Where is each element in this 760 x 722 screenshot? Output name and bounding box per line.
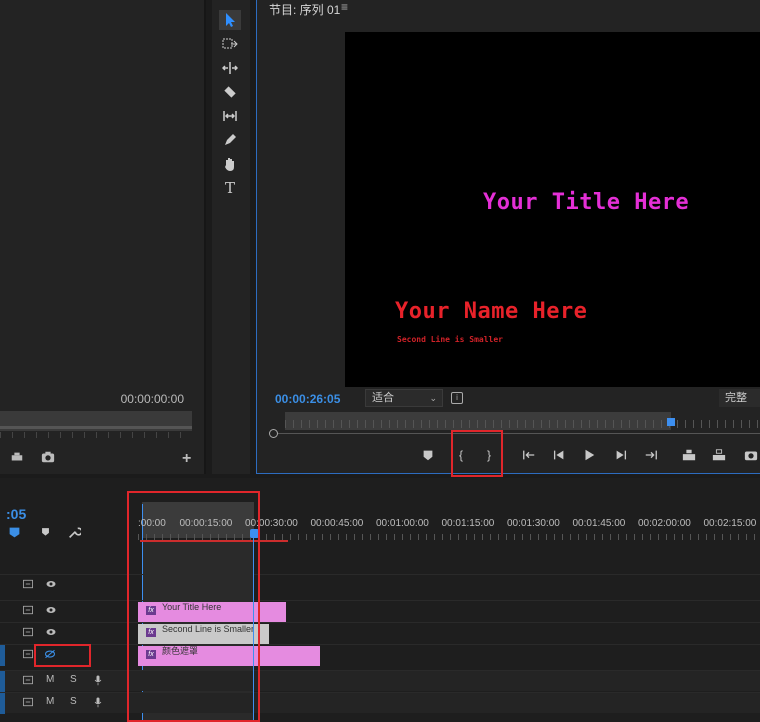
mark-in-button[interactable]: { [453,448,469,462]
ruler-label: 00:00:30:00 [245,518,298,529]
wrench-icon[interactable] [68,526,83,542]
timeline-clip[interactable]: fx Second Line is Smaller [138,624,269,644]
mute-button[interactable]: M [46,674,54,685]
ruler-label: 00:01:00:00 [376,518,429,529]
timeline-panel: :05 :00:00 00:00:15:00 00:00:30:00 00:00:45… [0,478,760,722]
extract-icon[interactable] [711,448,727,465]
go-to-out-icon[interactable] [643,448,659,465]
fit-dropdown[interactable]: 适合 ⌄ [365,389,443,407]
timeline-playhead[interactable] [250,529,259,538]
razor-icon[interactable] [219,82,241,102]
timeline-timecode[interactable]: :05 [6,506,26,522]
panel-menu-icon[interactable]: ≡ [341,0,348,14]
step-back-icon[interactable] [551,448,567,465]
add-button[interactable]: + [182,450,191,468]
track-target-indicator[interactable] [0,645,5,666]
toggle-sync-icon[interactable] [22,674,34,689]
add-marker-icon[interactable] [420,448,436,465]
source-timecode: 00:00:00:00 [120,392,184,406]
video-title-text: Your Title Here [483,190,690,215]
chevron-down-icon: ⌄ [429,393,437,403]
ruler-label: 00:00:45:00 [310,518,364,529]
fx-badge: fx [146,650,156,659]
video-track-v2: fx Second Line is Smaller [0,622,760,644]
video-track-v4 [0,574,760,595]
mute-button[interactable]: M [46,696,54,707]
track-select-icon[interactable] [219,34,241,54]
ruler-label: 00:01:15:00 [441,518,495,529]
slip-icon[interactable] [219,106,241,126]
program-timecode[interactable]: 00:00:26:05 [275,392,340,406]
zoom-bar[interactable] [278,433,760,434]
ripple-edit-icon[interactable] [219,58,241,78]
audio-track-a1: M S [0,670,760,692]
program-monitor-title: 节目: 序列 01 [269,3,341,17]
clip-label: 颜色遮罩 [162,646,199,656]
microphone-icon[interactable] [92,674,104,689]
video-preview: Your Title Here Your Name Here Second Li… [345,32,760,387]
ruler-label: 00:02:15:00 [703,518,757,529]
source-ticks [0,432,192,438]
toggle-sync-icon[interactable] [22,696,34,711]
eye-icon[interactable] [45,604,57,619]
pen-icon[interactable] [219,130,241,150]
video-track-v1: fx 颜色遮罩 [0,644,760,666]
fit-dropdown-label: 适合 [372,392,394,404]
video-track-v3: fx Your Title Here [0,600,760,622]
eye-icon[interactable] [45,578,57,593]
toggle-sync-icon[interactable] [22,648,34,663]
program-playhead[interactable] [667,418,675,426]
timeline-clip[interactable]: fx Your Title Here [138,602,286,622]
camera-icon[interactable] [41,450,55,467]
video-second-line-text: Second Line is Smaller [397,335,503,344]
lift-icon[interactable] [681,448,697,465]
settings-icon[interactable]: i [451,392,463,404]
go-to-in-icon[interactable] [521,448,537,465]
step-forward-icon[interactable] [613,448,629,465]
eye-hidden-icon[interactable] [44,648,56,663]
ruler-label: 00:01:45:00 [572,518,626,529]
zoom-knob[interactable] [269,429,278,438]
export-frame-camera-icon[interactable] [743,448,759,465]
fx-badge: fx [146,606,156,615]
snap-icon[interactable] [8,526,21,542]
selection-tool-icon[interactable] [219,10,241,30]
eye-icon[interactable] [45,626,57,641]
export-frame-icon[interactable] [10,450,24,467]
ruler-label: :00:00 [138,518,166,529]
source-scrub-bar[interactable] [0,411,192,431]
program-monitor-panel: 节目: 序列 01 ≡ Your Title Here Your Name He… [256,0,760,474]
source-monitor-panel: 00:00:00:00 + [0,0,206,474]
toggle-sync-icon[interactable] [22,604,34,619]
timeline-playhead-line [253,536,254,722]
video-name-text: Your Name Here [395,299,588,324]
type-tool-icon[interactable]: T [219,178,241,198]
fx-badge: fx [146,628,156,637]
solo-button[interactable]: S [70,674,77,685]
track-target-indicator[interactable] [0,693,5,714]
render-bar [140,540,288,542]
ruler-label: 00:02:00:00 [638,518,691,529]
toggle-sync-icon[interactable] [22,626,34,641]
solo-button[interactable]: S [70,696,77,707]
mark-out-button[interactable]: } [481,448,497,462]
clip-label: Your Title Here [162,602,222,612]
program-ticks [285,420,760,428]
ruler-label: 00:00:15:00 [179,518,233,529]
quality-dropdown[interactable]: 完整 [719,389,760,407]
audio-track-a2: M S [0,692,760,714]
play-icon[interactable] [581,448,597,465]
tools-panel: T [212,0,250,474]
timeline-clip[interactable]: fx 颜色遮罩 [138,646,320,666]
microphone-icon[interactable] [92,696,104,711]
clip-label: Second Line is Smaller [162,624,255,634]
timeline-marker-icon[interactable] [40,526,51,540]
hand-icon[interactable] [219,154,241,174]
ruler-label: 00:01:30:00 [507,518,560,529]
toggle-sync-icon[interactable] [22,578,34,593]
track-target-indicator[interactable] [0,671,5,692]
